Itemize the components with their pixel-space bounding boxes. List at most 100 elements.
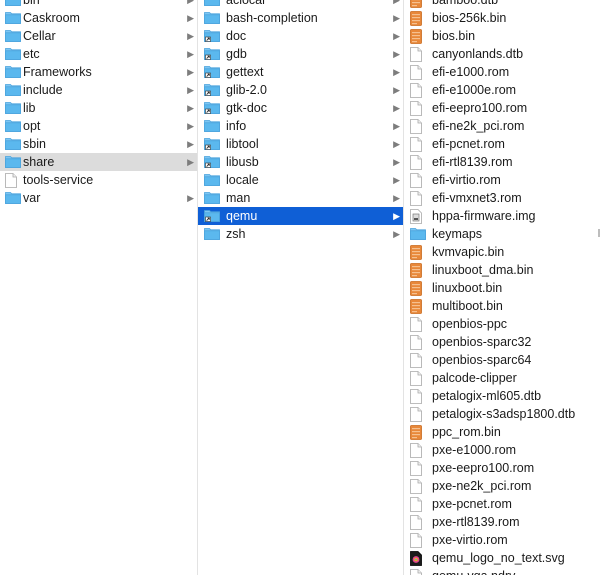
list-item-petalogix-s3adsp1800-dtb[interactable]: petalogix-s3adsp1800.dtb: [404, 405, 601, 423]
list-item-efi-rtl8139-rom[interactable]: efi-rtl8139.rom: [404, 153, 601, 171]
list-item-label: bios-256k.bin: [432, 11, 507, 25]
alias-folder-icon: [204, 209, 220, 222]
list-item-glib-2-0[interactable]: glib-2.0 ▶: [198, 81, 403, 99]
binary-file-icon: [410, 11, 424, 26]
chevron-right-icon: ▶: [187, 31, 194, 41]
file-icon: [410, 83, 424, 98]
list-item-efi-vmxnet3-rom[interactable]: efi-vmxnet3.rom: [404, 189, 601, 207]
list-item-label: bin: [23, 0, 40, 7]
list-item-lib[interactable]: lib ▶: [0, 99, 197, 117]
list-item-gtk-doc[interactable]: gtk-doc ▶: [198, 99, 403, 117]
list-item-qemu-logo-no-text-svg[interactable]: qemu_logo_no_text.svg: [404, 549, 601, 567]
list-item-label: share: [23, 155, 55, 169]
list-item-pxe-ne2k-pci-rom[interactable]: pxe-ne2k_pci.rom: [404, 477, 601, 495]
column-resize-handle[interactable]: [598, 229, 600, 237]
list-item-efi-virtio-rom[interactable]: efi-virtio.rom: [404, 171, 601, 189]
list-item-pxe-e1000-rom[interactable]: pxe-e1000.rom: [404, 441, 601, 459]
list-item-bios-256k-bin[interactable]: bios-256k.bin: [404, 9, 601, 27]
list-item-openbios-ppc[interactable]: openbios-ppc: [404, 315, 601, 333]
file-icon: [410, 317, 424, 332]
file-icon: [410, 191, 424, 206]
list-item-locale[interactable]: locale ▶: [198, 171, 403, 189]
list-item-label: qemu: [226, 209, 258, 223]
list-item-openbios-sparc32[interactable]: openbios-sparc32: [404, 333, 601, 351]
file-icon: [410, 389, 424, 404]
list-item-gettext[interactable]: gettext ▶: [198, 63, 403, 81]
list-item-caskroom[interactable]: Caskroom ▶: [0, 9, 197, 27]
list-item-label: libtool: [226, 137, 259, 151]
list-item-kvmvapic-bin[interactable]: kvmvapic.bin: [404, 243, 601, 261]
list-item-keymaps[interactable]: keymaps: [404, 225, 601, 243]
list-item-label: efi-e1000e.rom: [432, 83, 517, 97]
list-item-qemu[interactable]: qemu ▶: [198, 207, 403, 225]
chevron-right-icon: ▶: [393, 175, 400, 185]
list-item-frameworks[interactable]: Frameworks ▶: [0, 63, 197, 81]
list-item-etc[interactable]: etc ▶: [0, 45, 197, 63]
list-item-bios-bin[interactable]: bios.bin: [404, 27, 601, 45]
list-item-cellar[interactable]: Cellar ▶: [0, 27, 197, 45]
alias-folder-icon: [204, 83, 220, 96]
list-item-linuxboot-bin[interactable]: linuxboot.bin: [404, 279, 601, 297]
list-item-label: var: [23, 191, 41, 205]
list-item-label: Cellar: [23, 29, 56, 43]
list-item-label: efi-rtl8139.rom: [432, 155, 513, 169]
alias-folder-icon: [204, 101, 220, 114]
list-item-palcode-clipper[interactable]: palcode-clipper: [404, 369, 601, 387]
list-item-pxe-pcnet-rom[interactable]: pxe-pcnet.rom: [404, 495, 601, 513]
list-item-sbin[interactable]: sbin ▶: [0, 135, 197, 153]
folder-icon: [410, 227, 426, 240]
list-item-var[interactable]: var ▶: [0, 189, 197, 207]
list-item-label: efi-ne2k_pci.rom: [432, 119, 525, 133]
folder-icon: [5, 47, 21, 60]
list-item-opt[interactable]: opt ▶: [0, 117, 197, 135]
list-item-zsh[interactable]: zsh ▶: [198, 225, 403, 243]
list-item-label: locale: [226, 173, 259, 187]
list-item-multiboot-bin[interactable]: multiboot.bin: [404, 297, 601, 315]
disk-image-icon: [410, 209, 424, 224]
list-item-aclocal[interactable]: aclocal ▶: [198, 0, 403, 9]
file-icon: [410, 353, 424, 368]
list-item-ppc-rom-bin[interactable]: ppc_rom.bin: [404, 423, 601, 441]
list-item-info[interactable]: info ▶: [198, 117, 403, 135]
column-share[interactable]: aclocal ▶ bash-completion ▶ doc ▶ gdb ▶ gett…: [198, 0, 404, 575]
list-item-bamboo-dtb[interactable]: bamboo.dtb: [404, 0, 601, 9]
list-item-label: efi-pcnet.rom: [432, 137, 505, 151]
list-item-petalogix-ml605-dtb[interactable]: petalogix-ml605.dtb: [404, 387, 601, 405]
list-item-libusb[interactable]: libusb ▶: [198, 153, 403, 171]
list-item-qemu-vga-ndrv[interactable]: qemu-vga.ndrv: [404, 567, 601, 575]
list-item-openbios-sparc64[interactable]: openbios-sparc64: [404, 351, 601, 369]
list-item-efi-eepro100-rom[interactable]: efi-eepro100.rom: [404, 99, 601, 117]
list-item-man[interactable]: man ▶: [198, 189, 403, 207]
list-item-label: multiboot.bin: [432, 299, 503, 313]
list-item-label: openbios-ppc: [432, 317, 508, 331]
chevron-right-icon: ▶: [393, 67, 400, 77]
file-icon: [410, 443, 424, 458]
list-item-efi-e1000-rom[interactable]: efi-e1000.rom: [404, 63, 601, 81]
list-item-pxe-rtl8139-rom[interactable]: pxe-rtl8139.rom: [404, 513, 601, 531]
list-item-gdb[interactable]: gdb ▶: [198, 45, 403, 63]
list-item-linuxboot-dma-bin[interactable]: linuxboot_dma.bin: [404, 261, 601, 279]
list-item-pxe-eepro100-rom[interactable]: pxe-eepro100.rom: [404, 459, 601, 477]
list-item-share[interactable]: share ▶: [0, 153, 197, 171]
list-item-label: bash-completion: [226, 11, 318, 25]
column-2-list: aclocal ▶ bash-completion ▶ doc ▶ gdb ▶ gett…: [198, 0, 403, 243]
folder-icon: [5, 29, 21, 42]
list-item-canyonlands-dtb[interactable]: canyonlands.dtb: [404, 45, 601, 63]
chevron-right-icon: ▶: [393, 211, 400, 221]
list-item-efi-ne2k-pci-rom[interactable]: efi-ne2k_pci.rom: [404, 117, 601, 135]
list-item-pxe-virtio-rom[interactable]: pxe-virtio.rom: [404, 531, 601, 549]
list-item-tools-service[interactable]: tools-service: [0, 171, 197, 189]
list-item-include[interactable]: include ▶: [0, 81, 197, 99]
list-item-libtool[interactable]: libtool ▶: [198, 135, 403, 153]
list-item-efi-pcnet-rom[interactable]: efi-pcnet.rom: [404, 135, 601, 153]
list-item-doc[interactable]: doc ▶: [198, 27, 403, 45]
list-item-bin[interactable]: bin ▶: [0, 0, 197, 9]
svg-image-icon: [410, 551, 424, 566]
column-qemu[interactable]: bamboo.dtb bios-256k.bin bios.bin canyon…: [404, 0, 601, 575]
folder-icon: [5, 83, 21, 96]
list-item-hppa-firmware-img[interactable]: hppa-firmware.img: [404, 207, 601, 225]
column-usr-local[interactable]: bin ▶ Caskroom ▶ Cellar ▶ etc ▶ Frameworks ▶ …: [0, 0, 198, 575]
folder-icon: [5, 11, 21, 24]
list-item-bash-completion[interactable]: bash-completion ▶: [198, 9, 403, 27]
list-item-efi-e1000e-rom[interactable]: efi-e1000e.rom: [404, 81, 601, 99]
